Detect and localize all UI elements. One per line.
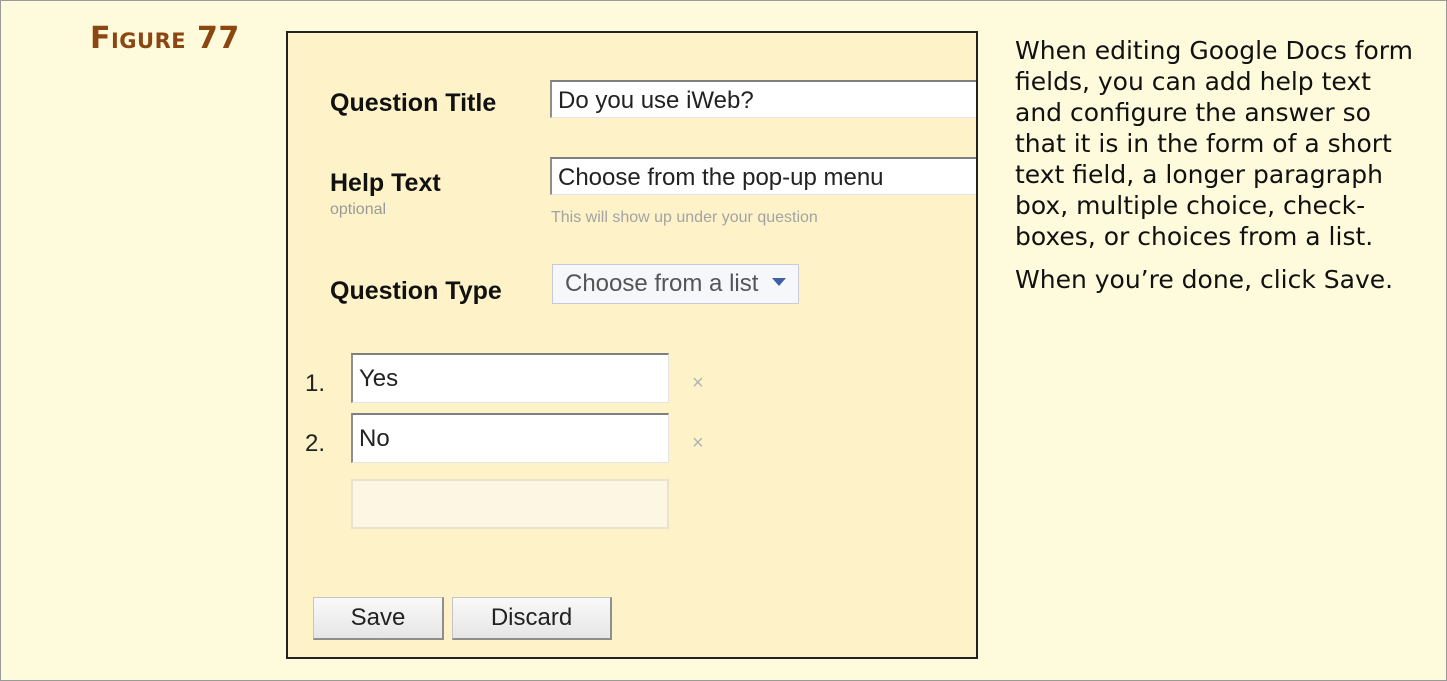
question-title-label: Question Title: [330, 89, 497, 117]
choice-number: 2.: [305, 430, 326, 457]
caption-paragraph: When you’re done, click Save.: [1015, 265, 1394, 294]
choice-input-2[interactable]: No: [351, 413, 669, 463]
chevron-down-icon: [772, 277, 787, 286]
new-choice-input[interactable]: [351, 479, 669, 529]
question-type-selected: Choose from a list: [565, 270, 759, 297]
question-type-label: Question Type: [330, 277, 502, 305]
discard-button[interactable]: Discard: [452, 597, 612, 640]
form-screenshot: Question Title Do you use iWeb? Help Tex…: [286, 31, 978, 659]
question-title-input[interactable]: Do you use iWeb?: [550, 80, 976, 118]
help-text-input[interactable]: Choose from the pop-up menu: [550, 157, 976, 195]
choice-number: 1.: [305, 370, 326, 397]
figure-frame: Figure 77 Question Title Do you use iWeb…: [0, 0, 1447, 681]
help-text-hint: This will show up under your question: [551, 209, 818, 226]
help-text-label: Help Text: [330, 169, 441, 197]
save-button[interactable]: Save: [313, 597, 444, 640]
figure-label: Figure 77: [90, 21, 240, 56]
choice-input-1[interactable]: Yes: [351, 353, 669, 403]
question-type-select[interactable]: Choose from a list: [552, 264, 800, 304]
caption-paragraph: When editing Google Docs form fields, yo…: [1015, 36, 1413, 251]
remove-choice-1-icon[interactable]: ×: [692, 372, 704, 395]
figure-caption: When editing Google Docs form fields, yo…: [1015, 35, 1425, 307]
remove-choice-2-icon[interactable]: ×: [692, 432, 704, 455]
help-text-optional-label: optional: [330, 201, 387, 218]
